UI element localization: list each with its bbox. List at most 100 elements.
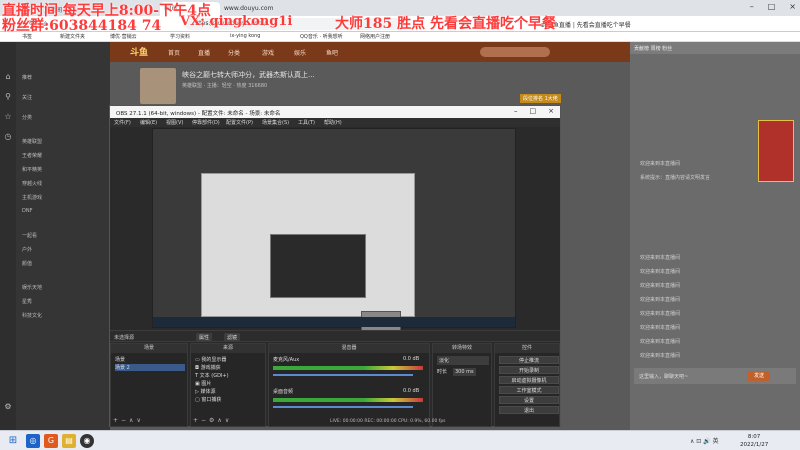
system-tray[interactable]: ∧ ⊡ 🔊 英 (690, 436, 719, 445)
bookmark-item[interactable]: ix-ying kong (230, 33, 260, 39)
gear-icon[interactable]: ⚙ (3, 402, 13, 412)
settings-button[interactable]: 设置 (499, 396, 559, 404)
source-label: 我的显示器 (201, 357, 227, 363)
volume-slider[interactable] (273, 406, 413, 408)
maximize-icon[interactable]: □ (768, 2, 776, 11)
maximize-icon[interactable]: □ (530, 107, 537, 115)
sidebar-item[interactable]: 穿越火线 (22, 180, 42, 187)
obs-status-text: LIVE: 00:00:00 REC: 00:00:00 CPU: 0.9%, … (330, 419, 446, 424)
mixer-db: 0.0 dB (403, 356, 420, 362)
sidebar-item[interactable]: 英雄联盟 (22, 138, 42, 145)
chat-input[interactable]: 这里输入，聊聊天吧~ (634, 368, 796, 384)
bookmark-item[interactable]: 网络用户注册 (360, 33, 390, 40)
menu-item[interactable]: 场景集合(S) (262, 119, 289, 126)
site-nav-item[interactable]: 娱乐 (294, 48, 306, 57)
chat-line: 欢迎来到本直播间 (640, 269, 681, 275)
obs-menu-bar: 文件(F) 编辑(E) 视图(V) 停靠部件(D) 配置文件(P) 场景集合(S… (110, 118, 560, 127)
volume-slider[interactable] (273, 374, 413, 376)
site-nav-item[interactable]: 鱼吧 (326, 48, 338, 57)
chat-header[interactable]: 贡献榜 周榜 粉丝 (630, 42, 800, 54)
minimize-icon[interactable]: – (750, 2, 754, 11)
menu-item[interactable]: 视图(V) (166, 119, 183, 126)
chat-line: 欢迎来到本直播间 (640, 297, 681, 303)
menu-item[interactable]: 文件(F) (114, 119, 131, 126)
sidebar-item[interactable]: 户外 (22, 246, 32, 253)
transition-select[interactable]: 淡化 (437, 356, 489, 365)
studio-mode-button[interactable]: 工作室模式 (499, 386, 559, 394)
search-icon[interactable]: ⚲ (3, 92, 13, 102)
sidebar-item[interactable]: 科技文化 (22, 312, 42, 319)
taskbar-app[interactable]: ◉ (80, 434, 94, 448)
site-nav-item[interactable]: 分类 (228, 48, 240, 57)
filters-button[interactable]: 滤镜 (224, 333, 241, 341)
taskbar-app[interactable]: G (44, 434, 58, 448)
source-item[interactable]: T 文本 (GDI+) (195, 372, 229, 379)
promo-banner[interactable] (758, 120, 794, 182)
nested-browser-capture (201, 173, 415, 337)
sidebar-item[interactable]: 星秀 (22, 298, 32, 305)
sidebar-item[interactable]: 主机游戏 (22, 194, 42, 201)
stop-stream-button[interactable]: 停止推流 (499, 356, 559, 364)
bookmark-item[interactable]: QQ音乐 · 听我想听 (300, 33, 343, 40)
source-label: 游戏捕获 (200, 365, 221, 371)
menu-item[interactable]: 工具(T) (298, 119, 315, 126)
home-icon[interactable]: ⌂ (3, 72, 13, 82)
chat-line: 欢迎来到本直播间 (640, 311, 681, 317)
window-controls: – □ × (750, 2, 796, 11)
close-icon[interactable]: × (548, 107, 554, 115)
obs-preview[interactable] (152, 128, 516, 337)
sidebar-item[interactable]: 和平精英 (22, 166, 42, 173)
scene-item[interactable]: 场景 (115, 356, 125, 363)
history-icon[interactable]: ◷ (3, 132, 13, 142)
site-nav-item[interactable]: 直播 (198, 48, 210, 57)
source-item[interactable]: ▭ 我的显示器 (195, 356, 226, 363)
properties-button[interactable]: 属性 (196, 333, 213, 341)
minimize-icon[interactable]: – (514, 107, 518, 115)
source-item[interactable]: ▷ 媒体源 (195, 388, 215, 395)
sidebar-item[interactable]: 娱乐天地 (22, 284, 42, 291)
rank-badge[interactable]: 段位排名 1大佬 (520, 94, 561, 103)
star-icon[interactable]: ☆ (3, 112, 13, 122)
scene-item-selected[interactable]: 场景 2 (115, 364, 185, 371)
sidebar-item[interactable]: DNF (22, 208, 32, 214)
source-item[interactable]: ▢ 窗口捕获 (195, 396, 221, 403)
menu-item[interactable]: 停靠部件(D) (192, 119, 220, 126)
sidebar-item[interactable]: 一起看 (22, 232, 37, 239)
sidebar-item[interactable]: 推荐 (22, 74, 32, 81)
sidebar-item[interactable]: 分类 (22, 114, 32, 121)
virtual-camera-button[interactable]: 启动虚拟摄像机 (499, 376, 559, 384)
exit-button[interactable]: 退出 (499, 406, 559, 414)
dock-actions[interactable]: +−⚙∧∨ (193, 417, 232, 424)
source-item[interactable]: ◘ 游戏捕获 (195, 364, 221, 371)
sidebar-item[interactable]: 王者荣耀 (22, 152, 42, 159)
folder-icon: ▤ (62, 434, 76, 448)
close-icon[interactable]: × (789, 2, 796, 11)
sidebar-item[interactable]: 颜值 (22, 260, 32, 267)
windows-taskbar: ⊞ ◎ G ▤ ◉ ∧ ⊡ 🔊 英 8:07 2022/1/27 (0, 430, 800, 450)
site-nav-item[interactable]: 游戏 (262, 48, 274, 57)
chat-line: 欢迎来到本直播间 (640, 353, 681, 359)
site-logo[interactable]: 斗鱼 (130, 45, 148, 58)
clock[interactable]: 8:07 2022/1/27 (740, 433, 768, 449)
windows-start-icon[interactable]: ⊞ (6, 434, 20, 448)
duration-input[interactable]: 300 ms (453, 368, 476, 376)
chat-panel: 贡献榜 周榜 粉丝 欢迎来到本直播间 系统提示：直播内容请文明发言 欢迎来到本直… (630, 42, 800, 430)
search-icon: ◎ (26, 434, 40, 448)
clock-date: 2022/1/27 (740, 442, 769, 448)
menu-item[interactable]: 配置文件(P) (226, 119, 253, 126)
avatar[interactable] (140, 68, 176, 104)
dock-title: 控件 (495, 344, 559, 353)
sidebar-item[interactable]: 关注 (22, 94, 32, 101)
dock-actions[interactable]: +−∧∨ (113, 417, 144, 424)
scenes-dock: 场景 场景 场景 2 +−∧∨ (110, 343, 188, 427)
taskbar-app[interactable]: ◎ (26, 434, 40, 448)
send-button[interactable]: 发送 (748, 371, 770, 381)
menu-item[interactable]: 帮助(H) (324, 119, 342, 126)
source-item[interactable]: ▣ 图片 (195, 380, 211, 387)
site-nav-item[interactable]: 首页 (168, 48, 180, 57)
bookmark-item[interactable]: 学习资料 (170, 33, 190, 40)
start-recording-button[interactable]: 开始录制 (499, 366, 559, 374)
menu-item[interactable]: 编辑(E) (140, 119, 157, 126)
taskbar-app[interactable]: ▤ (62, 434, 76, 448)
site-search-input[interactable] (480, 47, 550, 57)
